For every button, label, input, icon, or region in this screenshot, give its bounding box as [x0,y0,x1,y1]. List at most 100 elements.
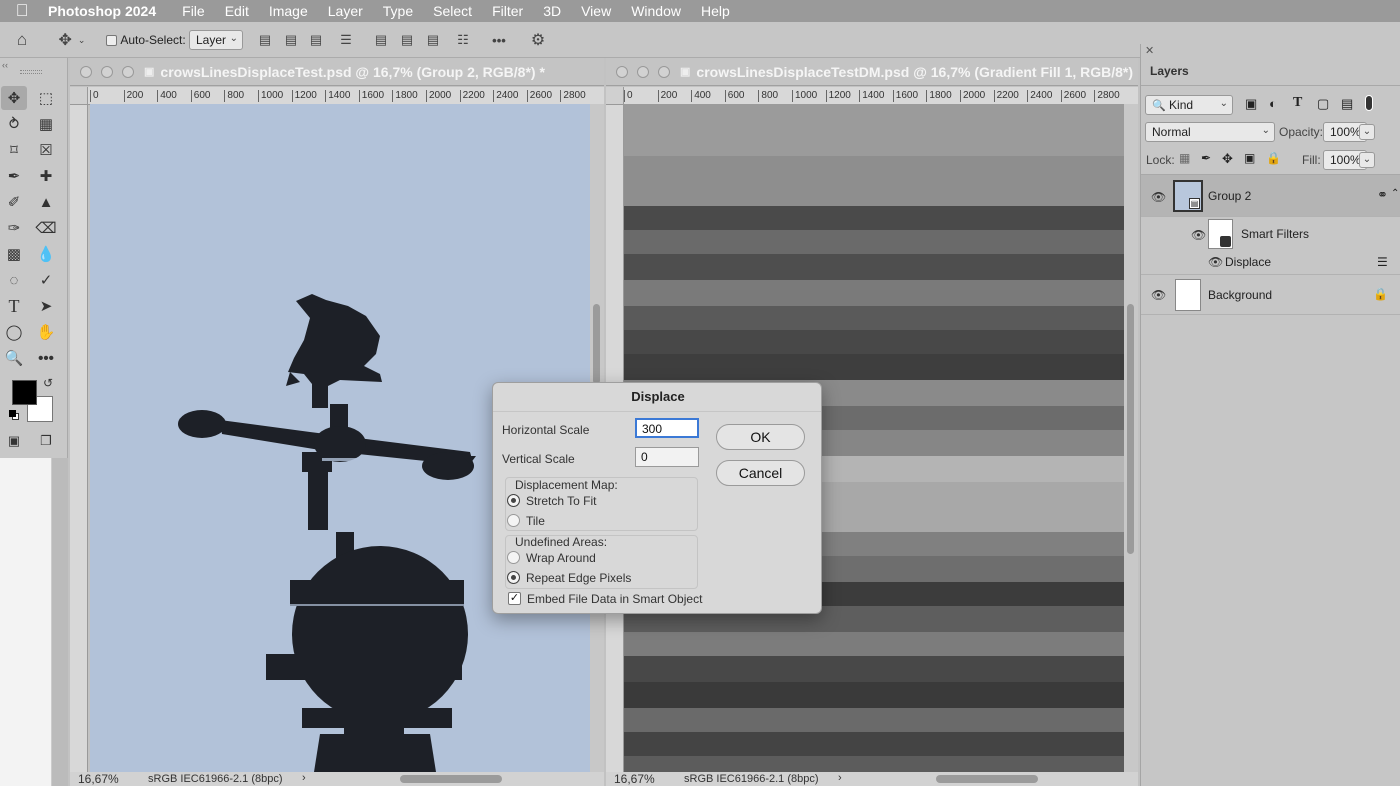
zoom-tool-icon[interactable]: 🔍 [1,346,27,370]
repeat-edge-pixels-radio[interactable] [507,571,520,584]
cancel-button[interactable]: Cancel [716,460,805,486]
filter-shape-icon[interactable]: ▢ [1317,96,1329,112]
menu-window[interactable]: Window [621,3,691,19]
visibility-eye-icon[interactable]: 👁 [1208,255,1223,269]
zoom-window-icon[interactable] [122,65,134,78]
ruler-origin-2[interactable] [606,87,624,105]
align-middle-icon[interactable]: ▤ [398,22,416,58]
status-chevron-icon[interactable]: › [302,772,306,784]
menu-help[interactable]: Help [691,3,740,19]
distribute-vertical-icon[interactable]: ☷ [454,22,472,58]
brush-tool-icon[interactable]: ✐ [1,190,27,214]
menu-image[interactable]: Image [259,3,318,19]
menu-app-name[interactable]: Photoshop 2024 [44,3,172,19]
document-tab-2[interactable]: ▣ crowsLinesDisplaceTestDM.psd @ 16,7% (… [606,58,1138,86]
embed-file-data-checkbox[interactable]: ✓ [508,592,521,605]
more-options-icon[interactable]: ••• [488,22,510,58]
minimize-window-icon[interactable] [101,65,113,78]
blur-tool-icon[interactable]: 💧 [33,242,59,266]
scroll-thumb-1[interactable] [593,304,600,384]
auto-select-checkbox[interactable] [104,22,118,58]
object-selection-tool-icon[interactable]: ▦ [33,112,59,136]
filter-type-icon[interactable]: T [1293,95,1302,111]
wrap-around-radio[interactable] [507,551,520,564]
lock-transparent-icon[interactable]: ▦ [1179,151,1190,165]
close-window-icon[interactable] [616,65,628,78]
more-tools-icon[interactable]: ••• [33,346,59,370]
filter-smart-object-icon[interactable]: ▤ [1341,96,1353,112]
move-tool-icon[interactable]: ✥ [1,86,27,110]
scrollbar-horizontal-1[interactable] [400,775,502,783]
stamp-tool-icon[interactable]: ▲ [33,190,59,214]
lock-all-icon[interactable]: 🔒 [1266,151,1281,165]
zoom-window-icon[interactable] [658,65,670,78]
toolbox-grip[interactable] [20,70,42,74]
status-chevron-icon[interactable]: › [838,772,842,784]
filter-adjustment-icon[interactable]: ◐ [1269,96,1277,111]
lasso-tool-icon[interactable]: ⥁ [1,112,27,136]
menu-3d[interactable]: 3D [533,3,571,19]
quick-mask-icon[interactable]: ▣ [1,429,27,453]
visibility-eye-icon[interactable]: 👁 [1151,288,1166,302]
align-left-icon[interactable]: ▤ [256,22,274,58]
crop-tool-icon[interactable]: ⌑ [1,138,27,162]
opacity-chevron-icon[interactable]: ⌄ [1359,124,1375,140]
filter-toggle-icon[interactable] [1365,95,1373,111]
filter-blending-options-icon[interactable]: ☰ [1377,255,1388,269]
type-tool-icon[interactable]: T [1,294,27,318]
eraser-tool-icon[interactable]: ⌫ [33,216,59,240]
lock-artboard-icon[interactable]: ▣ [1244,151,1255,165]
menu-edit[interactable]: Edit [215,3,259,19]
zoom-level-2[interactable]: 16,67% [614,772,655,786]
ruler-origin-1[interactable] [70,87,88,105]
visibility-eye-icon[interactable]: 👁 [1151,190,1166,204]
close-window-icon[interactable] [80,65,92,78]
layer-row-displace-filter[interactable]: 👁 Displace ☰ [1141,247,1400,275]
align-center-icon[interactable]: ▤ [282,22,300,58]
blend-mode-dropdown[interactable]: Normal ⌄ [1145,122,1275,142]
scrollbar-vertical-2[interactable] [1124,104,1138,772]
gradient-tool-icon[interactable]: ▩ [1,242,27,266]
fill-chevron-icon[interactable]: ⌄ [1359,152,1375,168]
collapse-icon[interactable]: ‹‹ [0,60,68,70]
menu-view[interactable]: View [571,3,621,19]
ok-button[interactable]: OK [716,424,805,450]
marquee-tool-icon[interactable]: ⬚ [33,86,59,110]
screen-mode-icon[interactable]: ❐ [33,429,59,453]
history-brush-tool-icon[interactable]: ✑ [1,216,27,240]
stretch-to-fit-radio[interactable] [507,494,520,507]
hand-tool-icon[interactable]: ✋ [33,320,59,344]
layer-row-smart-filters[interactable]: 👁 Smart Filters [1141,217,1400,249]
align-right-icon[interactable]: ▤ [307,22,325,58]
scrollbar-horizontal-2[interactable] [936,775,1038,783]
filter-pixel-icon[interactable]: ▣ [1245,96,1257,112]
gear-icon[interactable]: ⚙ [527,22,549,58]
move-tool-preset-icon[interactable]: ✥ ⌄ [52,22,92,58]
layer-filter-dropdown[interactable]: 🔍 Kind ⌄ [1145,95,1233,115]
default-colors-icon[interactable] [9,410,20,421]
lock-position-icon[interactable]: ✥ [1222,151,1233,167]
align-bottom-icon[interactable]: ▤ [424,22,442,58]
pen-tool-icon[interactable]: ✓ [33,268,59,292]
document-tab-1[interactable]: ▣ crowsLinesDisplaceTest.psd @ 16,7% (Gr… [70,58,604,86]
menu-layer[interactable]: Layer [318,3,373,19]
healing-brush-tool-icon[interactable]: ✚ [33,164,59,188]
swap-colors-icon[interactable]: ↺ [43,376,53,390]
dodge-tool-icon[interactable]: ◌ [1,268,27,292]
auto-select-dropdown[interactable]: Layer ⌄ [189,30,243,50]
layer-row-background[interactable]: 👁 Background 🔒 [1141,275,1400,315]
layer-row-group-2[interactable]: 👁 ▤ Group 2 ⚭ ⌃ [1141,175,1400,217]
menu-select[interactable]: Select [423,3,482,19]
visibility-eye-icon[interactable]: 👁 [1191,228,1206,242]
expand-collapse-icon[interactable]: ⌃ [1391,188,1399,199]
menu-type[interactable]: Type [373,3,423,19]
frame-tool-icon[interactable]: ☒ [33,138,59,162]
align-top-icon[interactable]: ▤ [372,22,390,58]
minimize-window-icon[interactable] [637,65,649,78]
smart-object-link-icon[interactable]: ⚭ [1377,187,1388,203]
ellipse-tool-icon[interactable]: ◯ [1,320,27,344]
apple-icon[interactable]:  [0,1,44,21]
menu-file[interactable]: File [172,3,215,19]
eyedropper-tool-icon[interactable]: ✒ [1,164,27,188]
path-selection-tool-icon[interactable]: ➤ [33,294,59,318]
